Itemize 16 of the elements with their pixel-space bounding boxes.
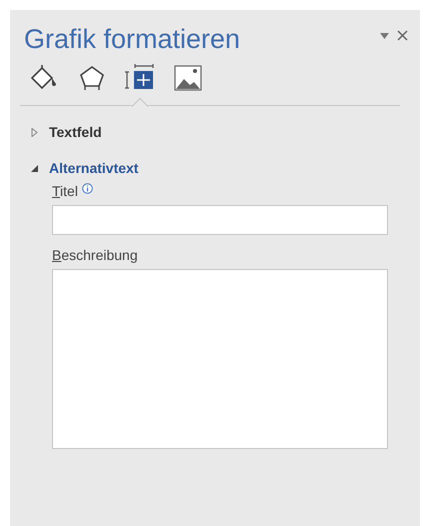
info-icon[interactable]	[82, 183, 93, 194]
pentagon-icon[interactable]	[77, 64, 107, 92]
image-icon[interactable]	[173, 64, 203, 92]
tab-pointer	[132, 97, 148, 107]
pane-title: Grafik formatieren	[24, 24, 240, 55]
section-header[interactable]: Textfeld	[30, 121, 420, 143]
field-label: Beschreibung	[52, 247, 138, 263]
size-position-icon[interactable]	[125, 64, 155, 92]
section-header[interactable]: Alternativtext	[30, 157, 420, 179]
dropdown-icon[interactable]	[380, 32, 389, 38]
expanded-triangle-icon	[30, 164, 39, 172]
close-icon[interactable]	[397, 30, 408, 41]
field-label: Titel	[52, 183, 78, 199]
paint-bucket-icon[interactable]	[29, 64, 59, 92]
collapsed-triangle-icon	[30, 128, 39, 136]
input-field[interactable]	[52, 205, 388, 235]
